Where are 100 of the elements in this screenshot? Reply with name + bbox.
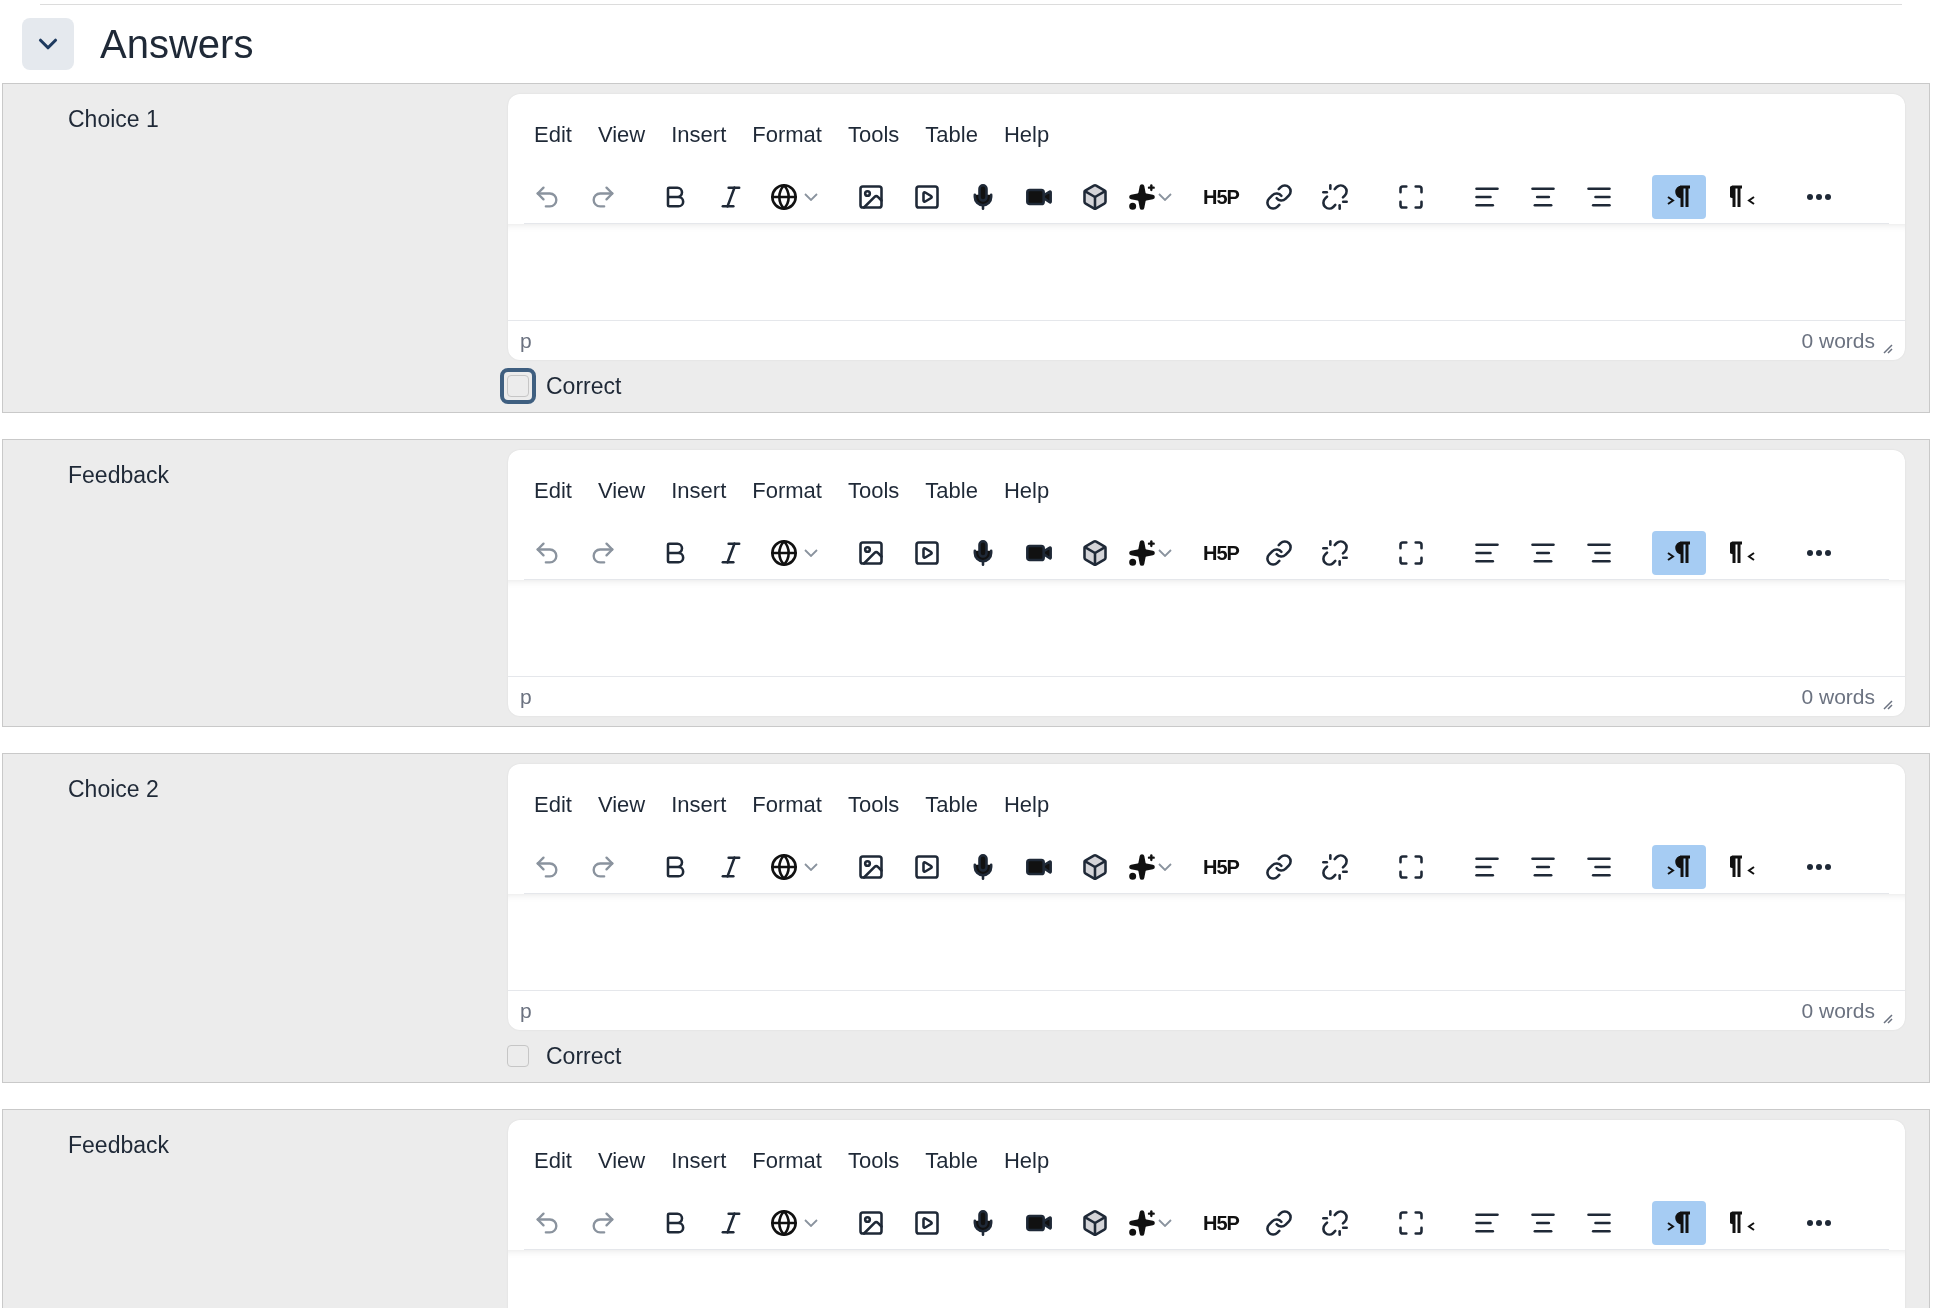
left-to-right-icon xyxy=(1666,854,1692,879)
globe-icon xyxy=(770,1208,798,1237)
image-icon xyxy=(857,182,885,211)
menu-item[interactable]: Insert xyxy=(671,794,727,816)
menu-item[interactable]: Format xyxy=(752,794,822,816)
caret-icon xyxy=(804,1218,818,1227)
word-count: 0 words xyxy=(1801,683,1875,710)
ltr-direction-button[interactable] xyxy=(1652,844,1706,889)
media-icon xyxy=(913,1208,941,1237)
plugin-button[interactable]: H5P xyxy=(1196,530,1246,575)
left-to-right-icon xyxy=(1666,540,1692,565)
menu-item[interactable]: Help xyxy=(1003,794,1050,816)
section-title: Answers xyxy=(100,21,254,68)
globe-icon xyxy=(770,538,798,567)
collapse-toggle[interactable] xyxy=(22,18,74,70)
globe-icon xyxy=(770,182,798,211)
field-label: Feedback xyxy=(68,462,169,488)
caret-icon xyxy=(1158,1218,1172,1227)
fullscreen-icon xyxy=(1397,852,1425,881)
left-to-right-icon xyxy=(1666,184,1692,209)
element-path: p xyxy=(520,327,532,354)
more-icon xyxy=(1807,549,1831,556)
checkbox-label: Correct xyxy=(546,1041,622,1071)
ltr-direction-button[interactable] xyxy=(1652,1200,1706,1245)
media-icon xyxy=(913,852,941,881)
checkbox[interactable] xyxy=(507,375,529,397)
fullscreen-icon xyxy=(1397,1208,1425,1237)
menu-item[interactable]: Format xyxy=(752,1150,822,1172)
element-path: p xyxy=(520,683,532,710)
unlink-icon xyxy=(1321,852,1349,881)
menu-item[interactable]: Tools xyxy=(847,794,900,816)
menu-item[interactable]: Table xyxy=(925,124,978,146)
menu-item[interactable]: Help xyxy=(1003,124,1050,146)
word-count: 0 words xyxy=(1801,327,1875,354)
checkbox-label: Correct xyxy=(546,371,622,401)
resize-handle-icon[interactable] xyxy=(1881,342,1893,355)
checkbox[interactable] xyxy=(507,1045,529,1067)
caret-icon xyxy=(1158,548,1172,557)
cube-icon xyxy=(1081,852,1109,881)
menu-item[interactable]: Insert xyxy=(671,480,727,502)
plugin-button[interactable]: H5P xyxy=(1196,174,1246,219)
menu-item[interactable]: Edit xyxy=(534,794,572,816)
left-to-right-icon xyxy=(1666,1210,1692,1235)
resize-handle-icon[interactable] xyxy=(1881,698,1893,711)
menu-item[interactable]: Table xyxy=(925,480,978,502)
menu-item[interactable]: Tools xyxy=(847,1150,900,1172)
menu-item[interactable]: View xyxy=(597,124,646,146)
menu-item[interactable]: Tools xyxy=(847,124,900,146)
unlink-icon xyxy=(1321,538,1349,567)
menu-item[interactable]: Tools xyxy=(847,480,900,502)
link-icon xyxy=(1265,852,1293,881)
caret-icon xyxy=(804,862,818,871)
unlink-icon xyxy=(1321,182,1349,211)
cube-icon xyxy=(1081,182,1109,211)
right-to-left-icon xyxy=(1730,1210,1756,1235)
element-path: p xyxy=(520,997,532,1024)
menu-item[interactable]: Insert xyxy=(671,1150,727,1172)
menu-item[interactable]: View xyxy=(597,480,646,502)
image-icon xyxy=(857,538,885,567)
plugin-button[interactable]: H5P xyxy=(1196,844,1246,889)
caret-icon xyxy=(804,548,818,557)
media-icon xyxy=(913,538,941,567)
menu-item[interactable]: Edit xyxy=(534,124,572,146)
cube-icon xyxy=(1081,538,1109,567)
resize-handle-icon[interactable] xyxy=(1881,1012,1893,1025)
menu-item[interactable]: Format xyxy=(752,124,822,146)
menu-item[interactable]: Format xyxy=(752,480,822,502)
sparkles-icon xyxy=(1128,538,1156,567)
ltr-direction-button[interactable] xyxy=(1652,530,1706,575)
fullscreen-icon xyxy=(1397,182,1425,211)
image-icon xyxy=(857,852,885,881)
plugin-button[interactable]: H5P xyxy=(1196,1200,1246,1245)
menu-item[interactable]: Help xyxy=(1003,1150,1050,1172)
sparkles-icon xyxy=(1128,852,1156,881)
ltr-direction-button[interactable] xyxy=(1652,174,1706,219)
fullscreen-icon xyxy=(1397,538,1425,567)
globe-icon xyxy=(770,852,798,881)
more-icon xyxy=(1807,1219,1831,1226)
field-label: Choice 1 xyxy=(68,106,159,132)
menu-item[interactable]: View xyxy=(597,794,646,816)
menu-item[interactable]: View xyxy=(597,1150,646,1172)
field-label: Feedback xyxy=(68,1132,169,1158)
menu-item[interactable]: Edit xyxy=(534,480,572,502)
sparkles-icon xyxy=(1128,1208,1156,1237)
cube-icon xyxy=(1081,1208,1109,1237)
menu-item[interactable]: Insert xyxy=(671,124,727,146)
more-icon xyxy=(1807,193,1831,200)
menu-item[interactable]: Table xyxy=(925,1150,978,1172)
sparkles-icon xyxy=(1128,182,1156,211)
menu-item[interactable]: Help xyxy=(1003,480,1050,502)
field-label: Choice 2 xyxy=(68,776,159,802)
link-icon xyxy=(1265,1208,1293,1237)
caret-icon xyxy=(1158,192,1172,201)
menu-item[interactable]: Table xyxy=(925,794,978,816)
caret-icon xyxy=(1158,862,1172,871)
unlink-icon xyxy=(1321,1208,1349,1237)
menu-item[interactable]: Edit xyxy=(534,1150,572,1172)
right-to-left-icon xyxy=(1730,184,1756,209)
caret-icon xyxy=(804,192,818,201)
right-to-left-icon xyxy=(1730,540,1756,565)
